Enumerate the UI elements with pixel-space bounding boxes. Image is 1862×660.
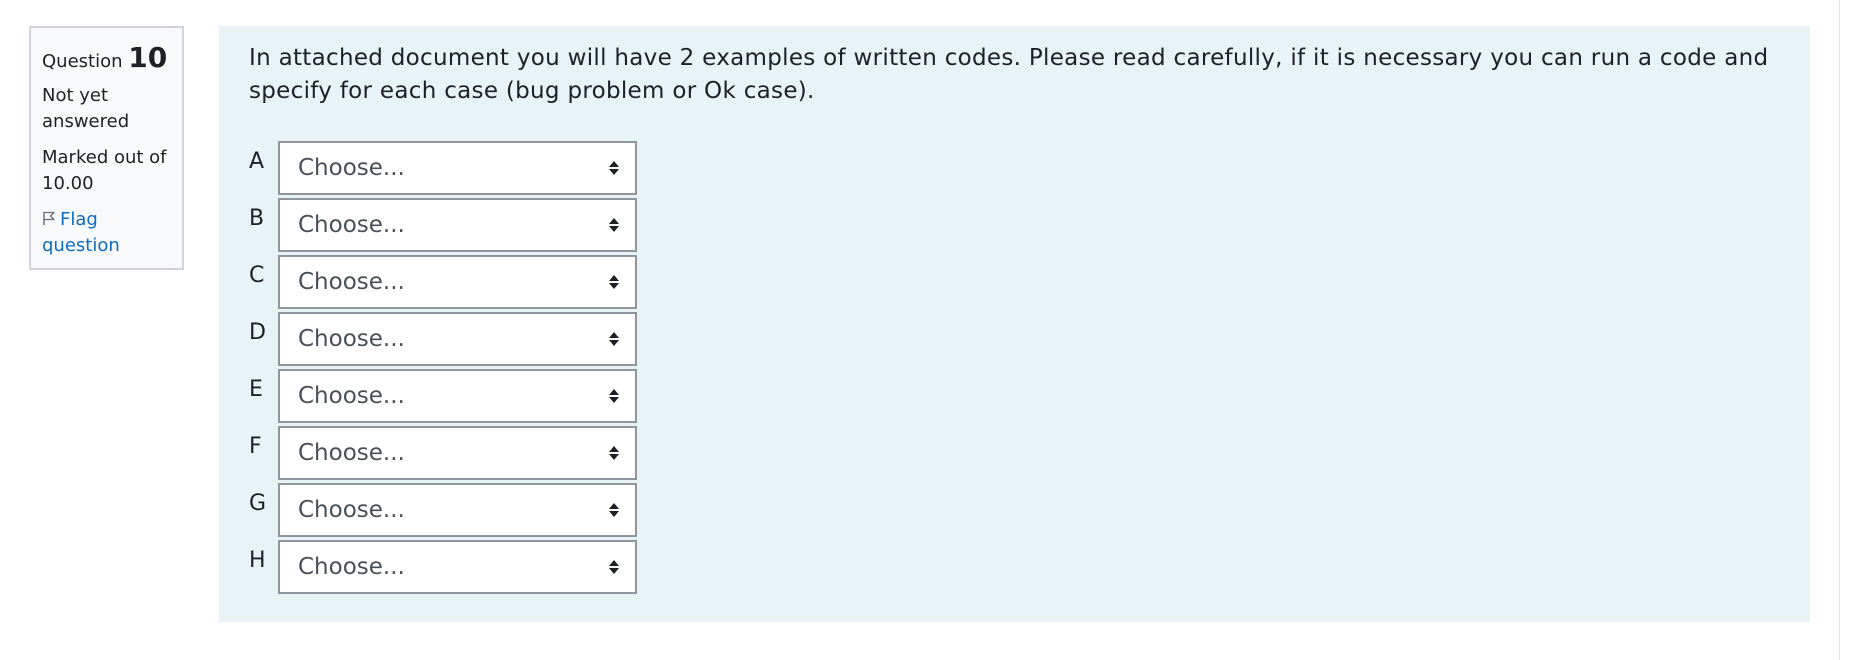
select-value: Choose... (298, 497, 405, 523)
select-value: Choose... (298, 383, 405, 409)
answer-select[interactable]: Choose... (278, 483, 637, 537)
sort-caret-icon (609, 446, 619, 460)
sort-caret-icon (609, 503, 619, 517)
select-value: Choose... (298, 269, 405, 295)
question-number: 10 (128, 41, 168, 74)
answer-row: C Choose... (249, 255, 1780, 312)
answer-row: F Choose... (249, 426, 1780, 483)
question-marks: Marked out of 10.00 (42, 147, 167, 195)
question-content: In attached document you will have 2 exa… (219, 26, 1810, 622)
row-label: A (249, 149, 265, 174)
answer-select[interactable]: Choose... (278, 540, 637, 594)
sort-caret-icon (609, 218, 619, 232)
sort-caret-icon (609, 389, 619, 403)
sort-caret-icon (609, 332, 619, 346)
page-scrollbar[interactable] (1839, 0, 1862, 660)
answer-rows: A Choose... B Choose... C Choose... D Ch… (249, 141, 1780, 597)
question-prefix: Question (42, 51, 123, 72)
answer-select[interactable]: Choose... (278, 312, 637, 366)
row-label: H (249, 548, 266, 573)
answer-row: G Choose... (249, 483, 1780, 540)
row-label: E (249, 377, 263, 402)
row-label: F (249, 434, 262, 459)
flag-question-link[interactable]: Flag question (42, 207, 173, 259)
row-label: C (249, 263, 265, 288)
sort-caret-icon (609, 275, 619, 289)
sort-caret-icon (609, 161, 619, 175)
answer-row: E Choose... (249, 369, 1780, 426)
row-label: D (249, 320, 266, 345)
row-label: G (249, 491, 267, 516)
question-status: Not yet answered (42, 85, 130, 133)
answer-select[interactable]: Choose... (278, 255, 637, 309)
answer-row: A Choose... (249, 141, 1780, 198)
select-value: Choose... (298, 155, 405, 181)
answer-select[interactable]: Choose... (278, 141, 637, 195)
answer-select[interactable]: Choose... (278, 426, 637, 480)
question-prompt: In attached document you will have 2 exa… (249, 45, 1769, 104)
row-label: B (249, 206, 265, 231)
select-value: Choose... (298, 554, 405, 580)
answer-row: H Choose... (249, 540, 1780, 597)
flag-icon (43, 212, 55, 226)
question-info-box: Question 10 Not yet answered Marked out … (29, 26, 184, 270)
answer-select[interactable]: Choose... (278, 198, 637, 252)
select-value: Choose... (298, 326, 405, 352)
select-value: Choose... (298, 440, 405, 466)
answer-select[interactable]: Choose... (278, 369, 637, 423)
answer-row: B Choose... (249, 198, 1780, 255)
select-value: Choose... (298, 212, 405, 238)
sort-caret-icon (609, 560, 619, 574)
answer-row: D Choose... (249, 312, 1780, 369)
question-heading: Question 10 (42, 38, 173, 77)
